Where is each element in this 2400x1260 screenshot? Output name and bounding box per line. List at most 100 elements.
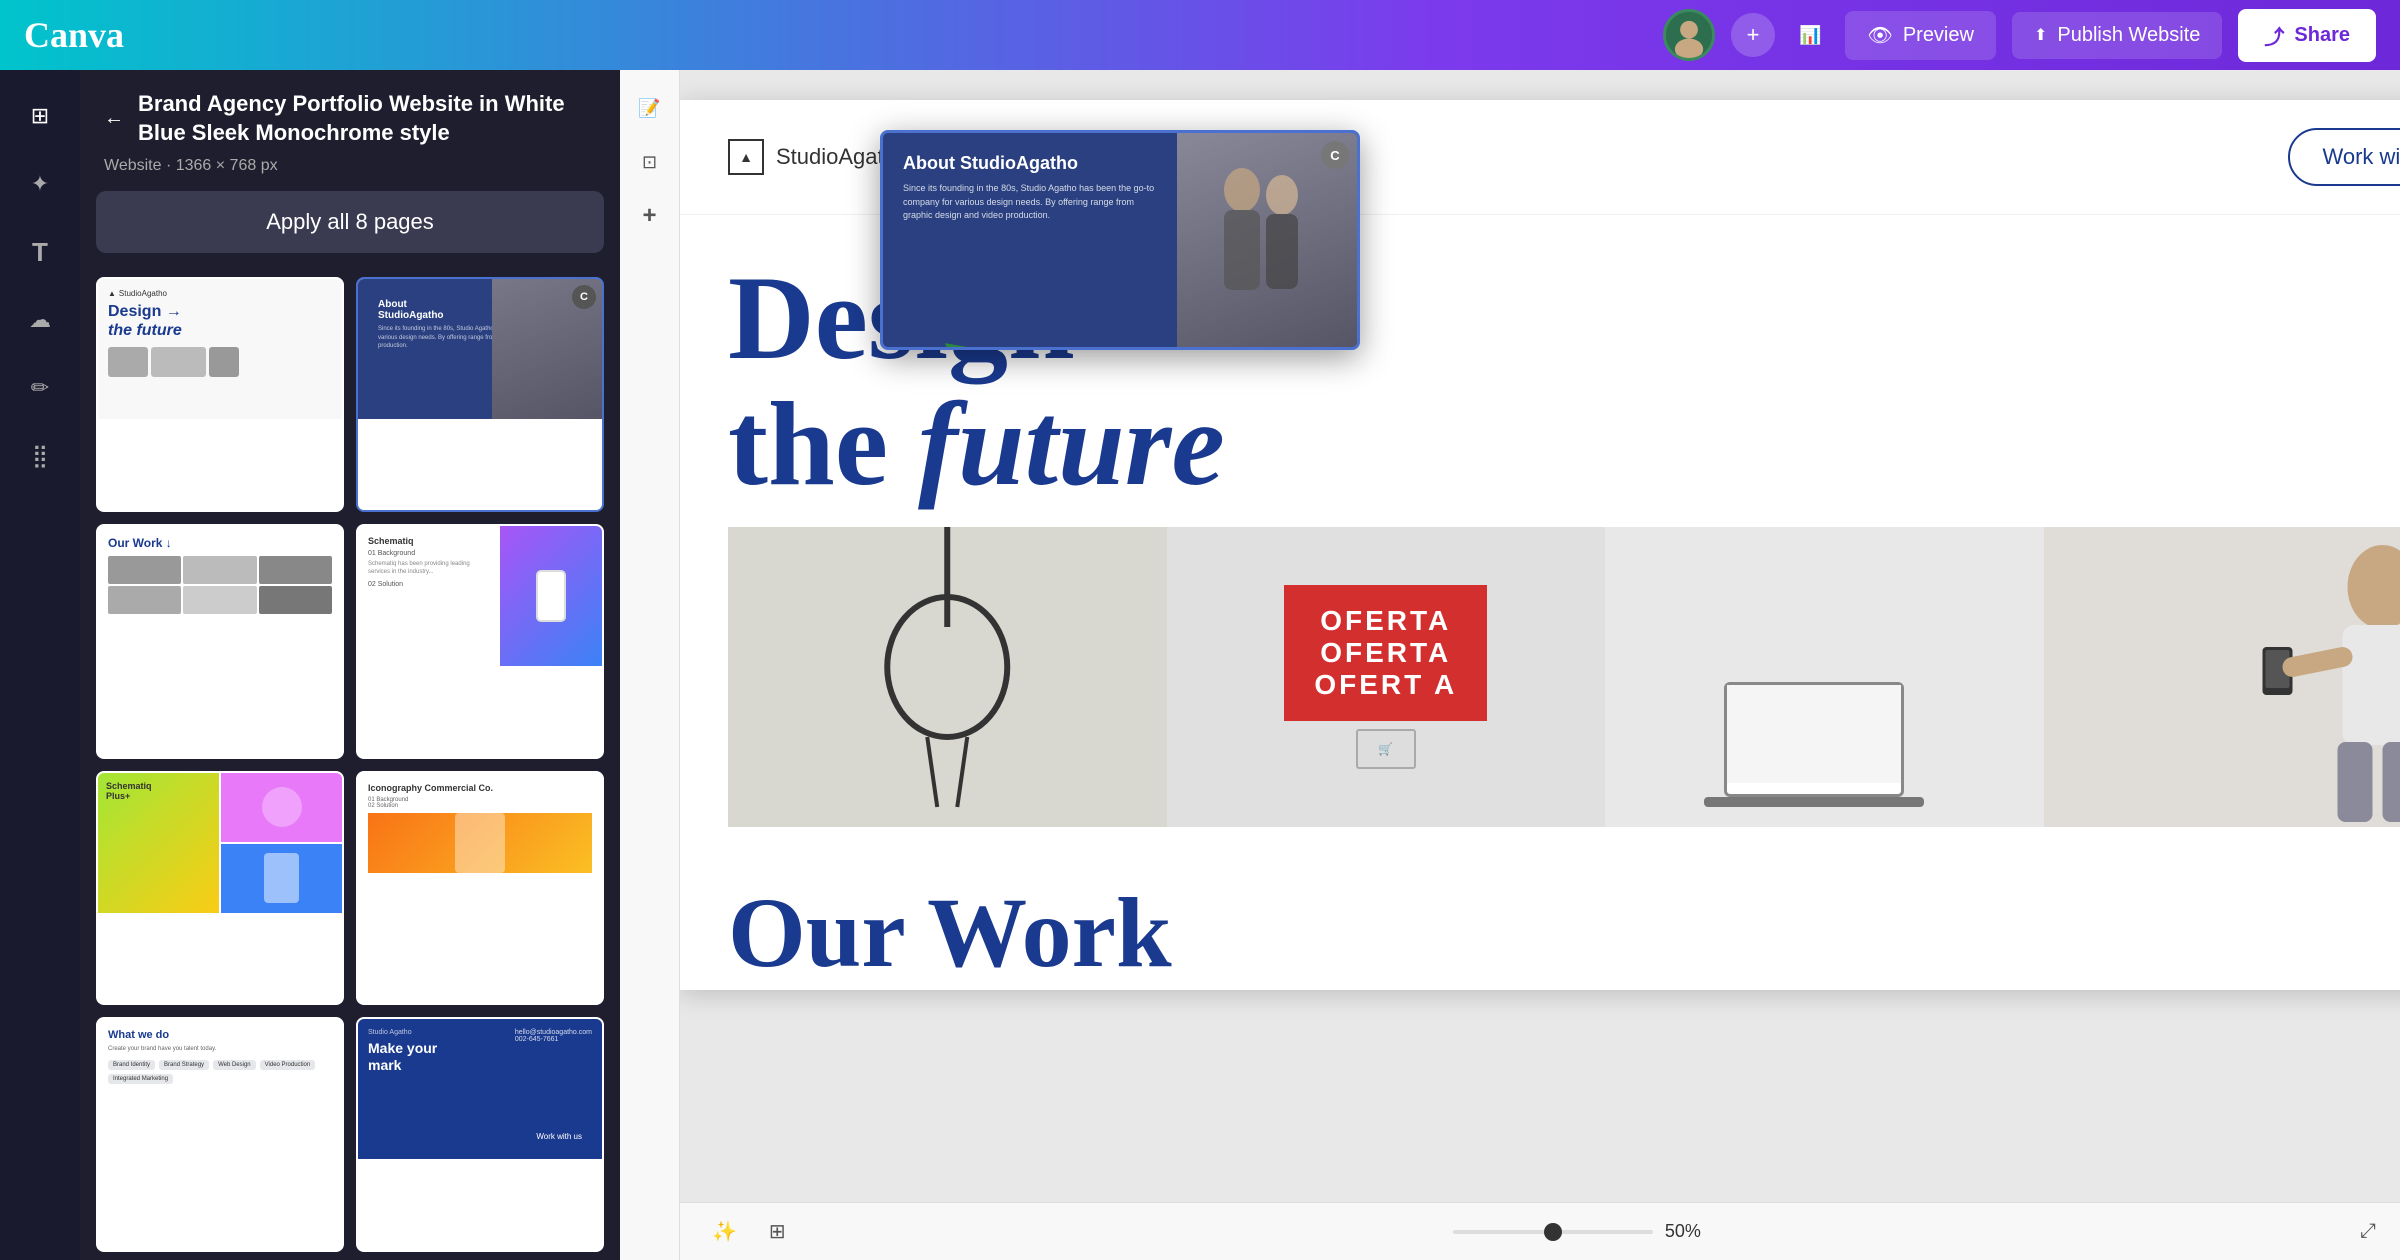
hero-images-row: OFERTA OFERTA OFERT A 🛒: [728, 527, 2400, 827]
elements-icon: ✦: [31, 171, 49, 197]
thumb-schematiq-text: Schematiq has been providing leading ser…: [368, 560, 491, 577]
hero-image-laptop: [1605, 527, 2044, 827]
list-item[interactable]: Iconography Commercial Co. 01 Background…: [356, 771, 604, 1006]
list-item[interactable]: Schematiq 01 Background Schematiq has be…: [356, 524, 604, 759]
apply-all-pages-button[interactable]: Apply all 8 pages: [96, 191, 604, 253]
pen-icon: ✏: [31, 375, 49, 401]
list-item[interactable]: SchematiqPlus+: [96, 771, 344, 1006]
publish-website-button[interactable]: ⬆ Publish Website: [2012, 12, 2222, 59]
thumb-title: Design →: [108, 302, 332, 321]
main-layout: ⊞ ✦ T ☁ ✏ ⣿ ← Brand Agency Portfolio Web…: [0, 70, 2400, 1260]
thumb-iconography-img: [368, 813, 592, 873]
our-work-section: Our Work: [680, 827, 2400, 990]
template-subtitle: Website · 1366 × 768 px: [80, 157, 620, 191]
thumb-tag: Web Design: [213, 1060, 256, 1070]
text-icon: T: [32, 237, 48, 268]
apps-icon: ⣿: [32, 443, 48, 469]
thumb-tag: Brand Identity: [108, 1060, 155, 1070]
topbar-actions: + 📊 👁 Preview ⬆ Publish Website ⤴ Share: [1663, 9, 2376, 62]
list-item[interactable]: What we do Create your brand have you ta…: [96, 1017, 344, 1252]
preview-button[interactable]: 👁 Preview: [1845, 11, 1996, 60]
add-element-button[interactable]: +: [628, 194, 672, 238]
our-work-title: Our Work: [728, 875, 2400, 990]
user-avatar[interactable]: [1663, 9, 1715, 61]
zoom-control: 50%: [810, 1221, 2344, 1242]
sidebar-item-draw[interactable]: ✏: [10, 358, 70, 418]
chart-button[interactable]: 📊: [1791, 17, 1829, 54]
notes-button[interactable]: 📝: [628, 86, 672, 130]
thumb-tag: Video Production: [260, 1060, 316, 1070]
chart-icon: 📊: [1799, 25, 1821, 46]
side-panel: ← Brand Agency Portfolio Website in Whit…: [80, 70, 620, 1260]
hero-image-lamp: [728, 527, 1167, 827]
canvas-area: About StudioAgatho Since its founding in…: [680, 70, 2400, 1260]
thumb-iconography-sub: 01 Background02 Solution: [368, 797, 592, 809]
sidebar-item-elements[interactable]: ✦: [10, 154, 70, 214]
notes-icon: 📝: [638, 98, 660, 119]
popup-photo: C: [1177, 133, 1357, 347]
popup-c-badge: C: [1321, 141, 1349, 169]
canvas-scroll[interactable]: About StudioAgatho Since its founding in…: [680, 70, 2400, 1202]
zoom-track[interactable]: [1453, 1230, 1653, 1234]
thumb-services-text: Create your brand have you talent today.: [108, 1045, 332, 1054]
thumb-iconography-title: Iconography Commercial Co.: [368, 783, 592, 793]
popup-left-content: About StudioAgatho Since its founding in…: [883, 133, 1177, 347]
popup-about-title: About StudioAgatho: [903, 153, 1157, 174]
canva-logo[interactable]: Canva: [24, 14, 1647, 56]
bottom-bar: ✨ ⊞ 50% ⤢: [680, 1202, 2400, 1260]
list-item[interactable]: Our Work ↓: [96, 524, 344, 759]
add-collaborator-button[interactable]: +: [1731, 13, 1775, 57]
thumb-tag: Integrated Marketing: [108, 1074, 173, 1084]
toolbar-strip: 📝 ⊡ +: [620, 70, 680, 1260]
thumb-phone: [500, 526, 602, 666]
eye-icon: 👁: [1867, 23, 1892, 48]
thumb-contact-title: Make yourmark: [368, 1040, 592, 1074]
thumb-our-work-title: Our Work ↓: [108, 536, 332, 550]
oferta-box-inner: OFERTA OFERTA OFERT A: [1284, 585, 1487, 721]
share-button[interactable]: ⤴ Share: [2238, 9, 2376, 62]
popup-about-text: Since its founding in the 80s, Studio Ag…: [903, 182, 1157, 223]
sidebar-item-upload[interactable]: ☁: [10, 290, 70, 350]
back-button[interactable]: ←: [104, 107, 124, 130]
topbar: Canva + 📊 👁 Preview ⬆ Publish Website ⤴ …: [0, 0, 2400, 70]
thumb-colorful-left: SchematiqPlus+: [98, 773, 219, 913]
zoom-percentage: 50%: [1665, 1221, 1701, 1242]
zoom-thumb[interactable]: [1544, 1223, 1562, 1241]
thumb-tag: Brand Strategy: [159, 1060, 209, 1070]
fullscreen-button[interactable]: ⤢: [2360, 1220, 2376, 1243]
hero-the-future: the future: [728, 381, 1315, 507]
hero-future-italic: future: [918, 377, 1225, 510]
site-nav: Work with us: [2288, 128, 2400, 186]
resize-icon: ⊡: [642, 152, 657, 173]
thumb-colorful-right: [221, 773, 342, 913]
sidebar-item-apps[interactable]: ⣿: [10, 426, 70, 486]
collaborator-badge: C: [572, 285, 596, 309]
hero-image-oferta: OFERTA OFERTA OFERT A 🛒: [1167, 527, 1606, 827]
upload-icon: ☁: [29, 307, 51, 333]
thumb-logo: ▲StudioAgatho: [108, 289, 332, 298]
list-item[interactable]: AboutStudioAgatho Since its founding in …: [356, 277, 604, 512]
grid-icon: ⊞: [31, 103, 49, 129]
pages-view-button[interactable]: ⊞: [761, 1211, 794, 1252]
ai-generate-button[interactable]: ✨: [704, 1211, 745, 1252]
thumb-subtitle: the future: [108, 321, 332, 340]
template-title: Brand Agency Portfolio Website in White …: [138, 90, 596, 147]
icon-bar: ⊞ ✦ T ☁ ✏ ⣿: [0, 70, 80, 1260]
template-pages-grid: ▲StudioAgatho Design → the future: [80, 269, 620, 1260]
work-with-us-button[interactable]: Work with us: [2288, 128, 2400, 186]
thumb-work-btn[interactable]: Work with us: [526, 1128, 592, 1145]
resize-button[interactable]: ⊡: [628, 140, 672, 184]
list-item[interactable]: ▲StudioAgatho Design → the future: [96, 277, 344, 512]
plus-icon: +: [642, 202, 656, 230]
thumb-contact-info: hello@studioagatho.com002-645-7661: [515, 1029, 592, 1043]
thumb-services-title: What we do: [108, 1029, 332, 1041]
sidebar-item-templates[interactable]: ⊞: [10, 86, 70, 146]
sparkle-icon: ✨: [712, 1221, 737, 1243]
side-panel-header: ← Brand Agency Portfolio Website in Whit…: [80, 70, 620, 157]
sidebar-item-text[interactable]: T: [10, 222, 70, 282]
logo-icon: ▲: [728, 139, 764, 175]
fullscreen-icon: ⤢: [2360, 1220, 2376, 1242]
pages-icon: ⊞: [769, 1221, 786, 1243]
share-icon: ⤴: [2264, 21, 2284, 50]
list-item[interactable]: Studio Agatho Make yourmark hello@studio…: [356, 1017, 604, 1252]
